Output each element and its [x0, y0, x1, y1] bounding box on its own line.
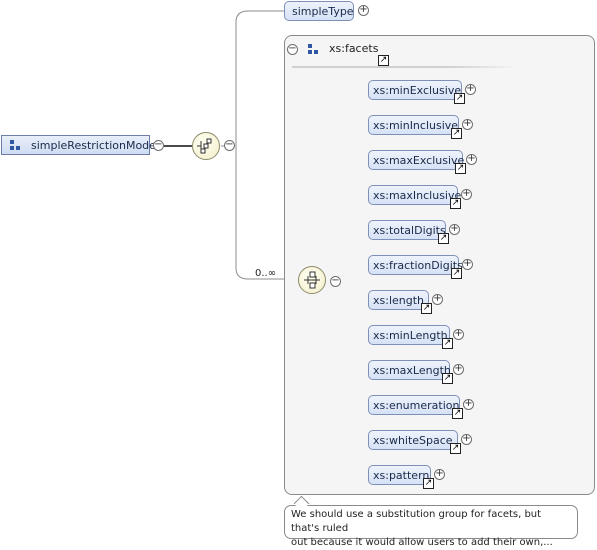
facet-label: xs:enumeration: [373, 399, 460, 412]
facet-label: xs:minLength: [373, 329, 448, 342]
facet-node[interactable]: xs:enumeration: [368, 395, 460, 415]
facet-expand-toggle[interactable]: +: [453, 329, 464, 340]
simple-type-expand-toggle[interactable]: +: [358, 5, 369, 16]
facet-label: xs:maxExclusive: [373, 154, 465, 167]
group-reference-badge: ↗: [378, 55, 389, 66]
facet-reference-badge: ↗: [421, 303, 432, 314]
facet-expand-toggle[interactable]: +: [449, 224, 460, 235]
facet-expand-toggle[interactable]: +: [466, 154, 477, 165]
facet-reference-badge: ↗: [451, 128, 462, 139]
choice-icon: [304, 271, 320, 289]
element-grid-icon: [10, 140, 21, 151]
facet-node[interactable]: xs:whiteSpace: [368, 430, 458, 450]
facet-node[interactable]: xs:fractionDigits: [368, 255, 463, 275]
facet-node[interactable]: xs:length: [368, 290, 429, 310]
group-grid-icon: [308, 44, 319, 55]
facet-expand-toggle[interactable]: +: [461, 434, 472, 445]
facet-label: xs:maxLength: [373, 364, 451, 377]
facet-node[interactable]: xs:totalDigits: [368, 220, 446, 240]
facet-reference-badge: ↗: [442, 338, 453, 349]
facet-node[interactable]: xs:minInclusive: [368, 115, 459, 135]
facet-node[interactable]: xs:minLength: [368, 325, 450, 345]
root-element-label: simpleRestrictionModel: [31, 139, 159, 152]
sequence-collapse-toggle[interactable]: −: [224, 140, 235, 151]
facet-label: xs:length: [373, 294, 425, 307]
root-collapse-toggle[interactable]: −: [153, 140, 164, 151]
facet-label: xs:fractionDigits: [373, 259, 463, 272]
facet-node[interactable]: xs:pattern: [368, 465, 431, 485]
facet-reference-badge: ↗: [442, 373, 453, 384]
sequence-compositor[interactable]: [192, 132, 220, 160]
facet-reference-badge: ↗: [450, 443, 461, 454]
facet-label: xs:pattern: [373, 469, 430, 482]
facet-label: xs:minExclusive: [373, 84, 462, 97]
facet-reference-badge: ↗: [450, 198, 461, 209]
group-separator: [292, 66, 518, 68]
facet-label: xs:maxInclusive: [373, 189, 462, 202]
facet-expand-toggle[interactable]: +: [432, 294, 443, 305]
facet-expand-toggle[interactable]: +: [453, 364, 464, 375]
sequence-icon: [197, 138, 212, 154]
group-collapse-toggle[interactable]: −: [287, 44, 298, 55]
facet-reference-badge: ↗: [451, 268, 462, 279]
simple-type-node[interactable]: simpleType: [284, 1, 354, 21]
facet-expand-toggle[interactable]: +: [465, 84, 476, 95]
facet-expand-toggle[interactable]: +: [462, 119, 473, 130]
group-label: xs:facets: [329, 42, 379, 55]
facet-expand-toggle[interactable]: +: [434, 469, 445, 480]
facet-reference-badge: ↗: [455, 163, 466, 174]
facet-label: xs:whiteSpace: [373, 434, 453, 447]
root-element-node[interactable]: simpleRestrictionModel: [1, 135, 159, 155]
facet-node[interactable]: xs:minExclusive: [368, 80, 462, 100]
facet-reference-badge: ↗: [438, 233, 449, 244]
facet-node[interactable]: xs:maxExclusive: [368, 150, 465, 170]
facet-label: xs:totalDigits: [373, 224, 446, 237]
facet-reference-badge: ↗: [454, 93, 465, 104]
facet-node[interactable]: xs:maxLength: [368, 360, 451, 380]
facet-expand-toggle[interactable]: +: [463, 399, 474, 410]
facet-label: xs:minInclusive: [373, 119, 459, 132]
simple-type-label: simpleType: [292, 5, 354, 18]
facet-expand-toggle[interactable]: +: [461, 189, 472, 200]
facet-expand-toggle[interactable]: +: [462, 259, 473, 270]
choice-collapse-toggle[interactable]: −: [330, 276, 341, 287]
choice-compositor[interactable]: [298, 266, 326, 294]
facet-reference-badge: ↗: [452, 408, 463, 419]
annotation-comment: We should use a substitution group for f…: [284, 505, 578, 548]
facet-reference-badge: ↗: [423, 478, 434, 489]
occurrence-label: 0..∞: [255, 268, 277, 279]
facet-node[interactable]: xs:maxInclusive: [368, 185, 462, 205]
